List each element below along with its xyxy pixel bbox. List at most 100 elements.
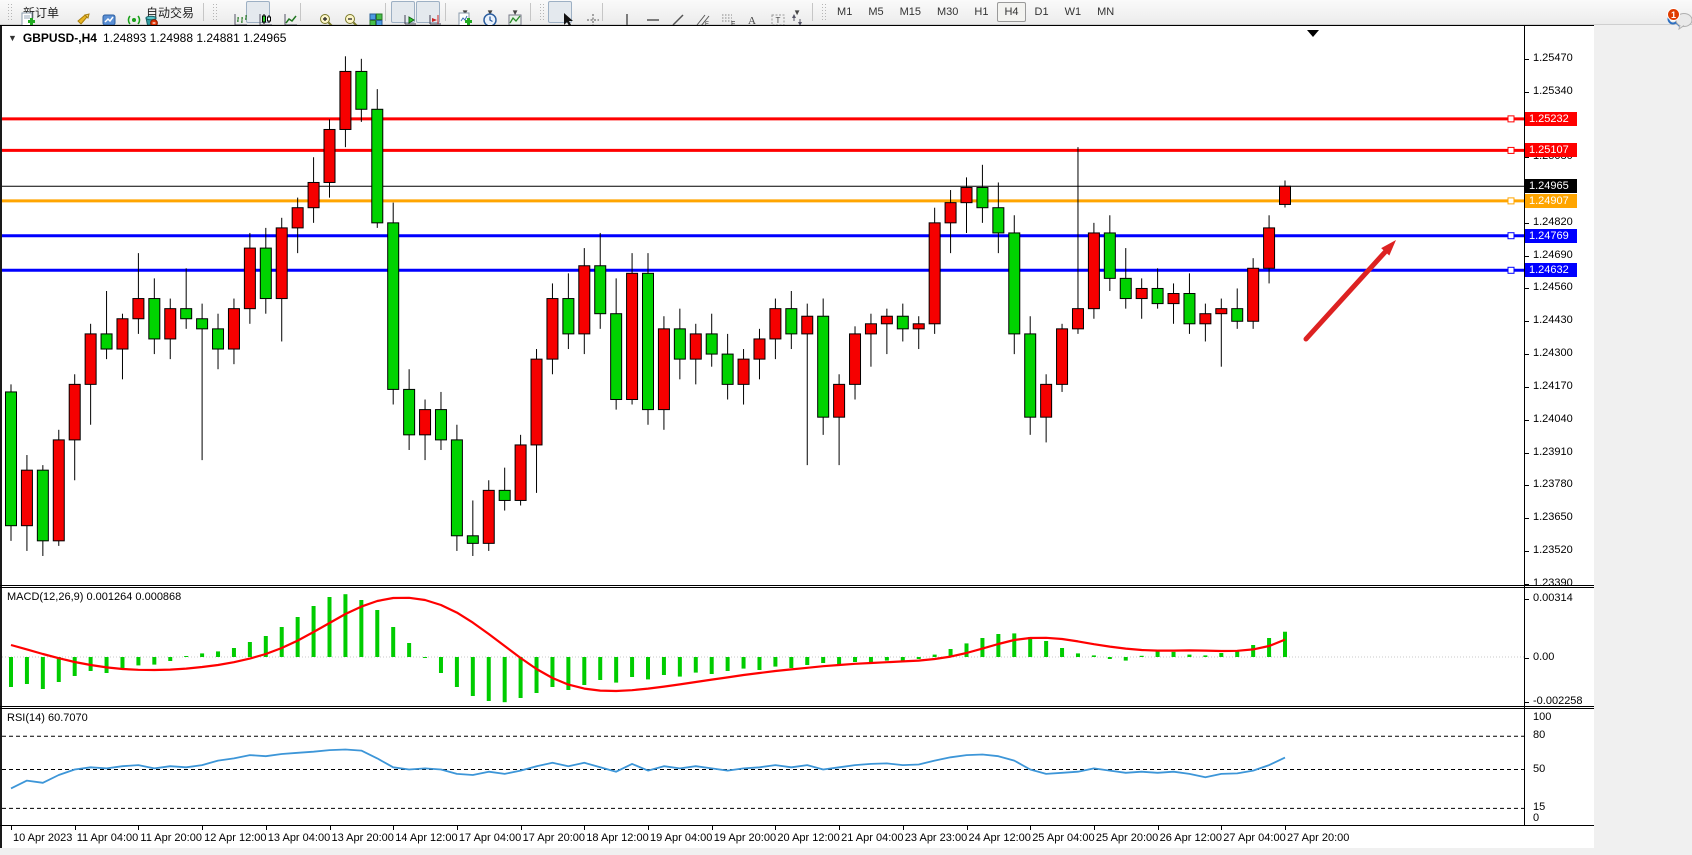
- rsi-pane[interactable]: [2, 709, 1524, 825]
- candle-down[interactable]: [388, 223, 399, 390]
- line-price-tag[interactable]: 1.25107: [1525, 143, 1577, 157]
- indicators-button[interactable]: ▼: [451, 1, 475, 23]
- candle-up[interactable]: [913, 324, 924, 329]
- candle-up[interactable]: [1248, 268, 1259, 321]
- candle-up[interactable]: [690, 334, 701, 359]
- timeframe-button-m1[interactable]: M1: [830, 2, 859, 22]
- candle-down[interactable]: [1184, 294, 1195, 324]
- line-handle[interactable]: [1508, 233, 1514, 239]
- news-button[interactable]: [64, 1, 88, 23]
- candle-down[interactable]: [706, 334, 717, 354]
- line-handle[interactable]: [1508, 198, 1514, 204]
- line-handle[interactable]: [1508, 116, 1514, 122]
- candle-down[interactable]: [101, 334, 112, 349]
- arrows-button[interactable]: ▼: [783, 1, 807, 23]
- bar-chart-button[interactable]: [221, 1, 245, 23]
- candle-up[interactable]: [658, 329, 669, 410]
- candle-down[interactable]: [37, 470, 48, 541]
- candle-down[interactable]: [563, 299, 574, 334]
- timeframe-button-mn[interactable]: MN: [1090, 2, 1121, 22]
- candle-down[interactable]: [197, 319, 208, 329]
- candle-up[interactable]: [117, 319, 128, 349]
- candle-up[interactable]: [850, 334, 861, 384]
- chart-collapse-icon[interactable]: ▼: [8, 33, 17, 43]
- zoom-in-button[interactable]: [306, 1, 330, 23]
- candle-down[interactable]: [993, 208, 1004, 233]
- periods-button[interactable]: ▼: [476, 1, 500, 23]
- signal-button[interactable]: [114, 1, 138, 23]
- candle-up[interactable]: [69, 384, 80, 440]
- trend-arrow-annotation[interactable]: [1306, 249, 1388, 339]
- timeframe-button-w1[interactable]: W1: [1058, 2, 1089, 22]
- fibonacci-button[interactable]: F: [708, 1, 732, 23]
- toolbar-grip[interactable]: [7, 3, 12, 21]
- text-label-button[interactable]: T: [758, 1, 782, 23]
- candle-up[interactable]: [515, 445, 526, 501]
- timeframe-button-h4[interactable]: H4: [997, 2, 1025, 22]
- candle-down[interactable]: [404, 389, 415, 434]
- templates-button[interactable]: ▼: [501, 1, 525, 23]
- shift-marker-icon[interactable]: [1307, 30, 1319, 37]
- candle-up[interactable]: [1041, 384, 1052, 417]
- candle-up[interactable]: [53, 440, 64, 541]
- candle-down[interactable]: [467, 536, 478, 544]
- candle-down[interactable]: [674, 329, 685, 359]
- chart-shift-button[interactable]: [416, 1, 440, 23]
- candle-down[interactable]: [181, 309, 192, 319]
- candle-down[interactable]: [149, 299, 160, 339]
- candle-up[interactable]: [165, 309, 176, 339]
- cursor-button[interactable]: [548, 1, 572, 23]
- line-handle[interactable]: [1508, 147, 1514, 153]
- autotrading-button[interactable]: 自动交易: [139, 1, 198, 23]
- candle-up[interactable]: [324, 129, 335, 182]
- candle-up[interactable]: [308, 182, 319, 207]
- candle-down[interactable]: [435, 410, 446, 440]
- line-price-tag[interactable]: 1.24907: [1525, 194, 1577, 208]
- current-price-tag[interactable]: 1.24965: [1525, 179, 1577, 193]
- candle-up[interactable]: [1088, 233, 1099, 309]
- candle-down[interactable]: [643, 273, 654, 409]
- candle-up[interactable]: [945, 203, 956, 223]
- candle-up[interactable]: [1216, 309, 1227, 314]
- candle-up[interactable]: [85, 334, 96, 384]
- candle-up[interactable]: [292, 208, 303, 228]
- candle-down[interactable]: [611, 314, 622, 400]
- candle-up[interactable]: [547, 299, 558, 360]
- candle-up[interactable]: [1057, 329, 1068, 385]
- candle-down[interactable]: [818, 316, 829, 417]
- candle-up[interactable]: [961, 188, 972, 203]
- line-chart-button[interactable]: [271, 1, 295, 23]
- candle-up[interactable]: [244, 248, 255, 309]
- candle-up[interactable]: [133, 299, 144, 319]
- price-chart-pane[interactable]: [2, 26, 1524, 585]
- candlestick-chart-button[interactable]: [246, 1, 270, 23]
- candle-up[interactable]: [738, 359, 749, 384]
- horizontal-line-button[interactable]: [633, 1, 657, 23]
- auto-scroll-button[interactable]: [391, 1, 415, 23]
- candle-down[interactable]: [1009, 233, 1020, 334]
- candle-up[interactable]: [865, 324, 876, 334]
- candle-down[interactable]: [722, 354, 733, 384]
- crosshair-button[interactable]: [573, 1, 597, 23]
- candle-down[interactable]: [1120, 278, 1131, 298]
- candle-up[interactable]: [929, 223, 940, 324]
- candle-down[interactable]: [897, 316, 908, 329]
- candle-up[interactable]: [1280, 186, 1291, 204]
- timeframe-button-m5[interactable]: M5: [861, 2, 890, 22]
- candle-down[interactable]: [372, 109, 383, 223]
- line-price-tag[interactable]: 1.25232: [1525, 112, 1577, 126]
- candle-up[interactable]: [1072, 309, 1083, 329]
- line-handle[interactable]: [1508, 267, 1514, 273]
- toolbar-grip[interactable]: [539, 3, 544, 21]
- candle-down[interactable]: [260, 248, 271, 298]
- zoom-out-button[interactable]: [331, 1, 355, 23]
- candle-up[interactable]: [881, 316, 892, 324]
- line-price-tag[interactable]: 1.24632: [1525, 263, 1577, 277]
- candle-up[interactable]: [834, 384, 845, 417]
- candle-up[interactable]: [1136, 288, 1147, 298]
- timeframe-button-h1[interactable]: H1: [967, 2, 995, 22]
- candle-down[interactable]: [595, 266, 606, 314]
- candle-down[interactable]: [1104, 233, 1115, 278]
- candle-up[interactable]: [228, 309, 239, 349]
- candle-up[interactable]: [276, 228, 287, 299]
